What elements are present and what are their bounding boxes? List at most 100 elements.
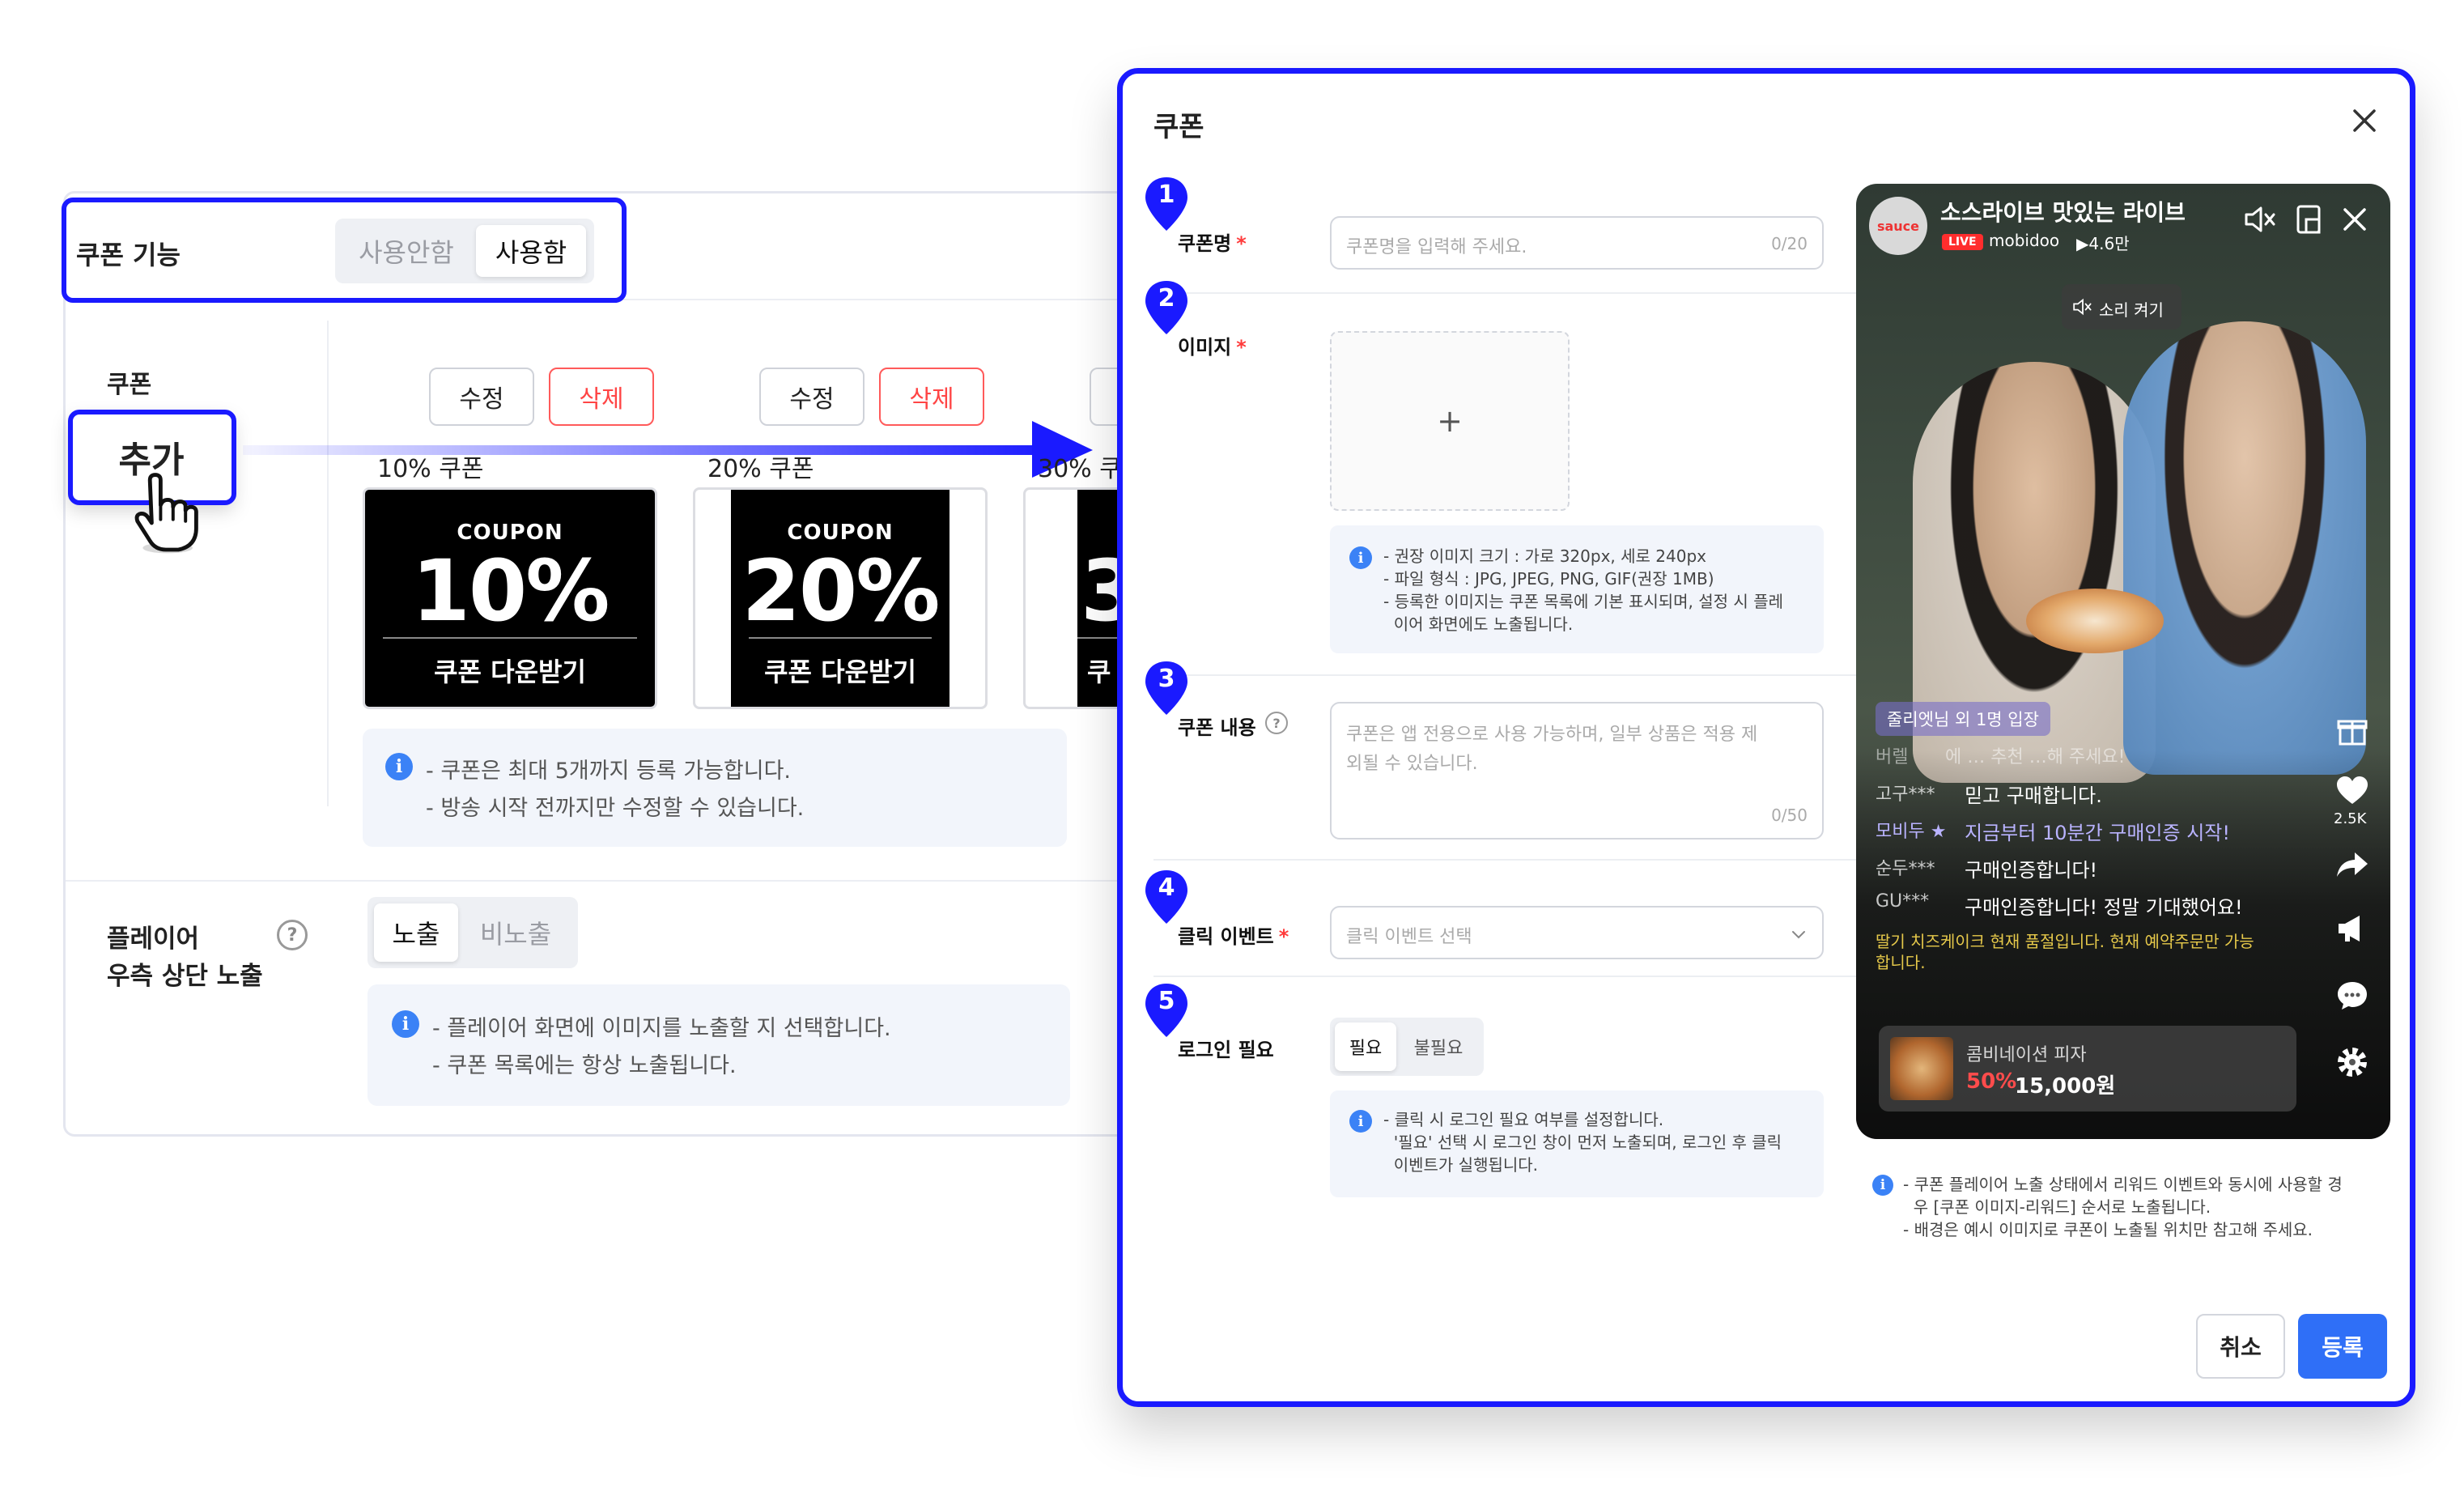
required-mark: * [1236,232,1247,255]
chevron-down-icon [1792,931,1805,939]
step-number: 3 [1158,665,1175,693]
help-icon[interactable]: ? [1265,712,1288,734]
image-note: - 등록한 이미지는 쿠폰 목록에 기본 표시되며, 설정 시 플레 [1383,592,1783,611]
player-note: - 쿠폰 목록에는 항상 노출됩니다. [432,1053,737,1078]
info-icon: i [392,1010,419,1038]
highlight-frame [62,198,627,303]
product-price: 15,000원 [2015,1074,2116,1099]
option-required[interactable]: 필요 [1335,1022,1396,1071]
coupon-card[interactable]: COUPON 10% 쿠폰 다운받기 [363,487,657,709]
live-badge: LIVE [1942,234,1983,250]
mute-icon[interactable] [2243,203,2279,236]
delete-button[interactable]: 삭제 [879,368,984,426]
delete-button[interactable]: 삭제 [549,368,654,426]
coupon-modal: 쿠폰 1 쿠폰명 * 쿠폰명을 입력해 주세요. 0/20 2 이미지 * + i … [1117,68,2415,1407]
image-label: 이미지 * [1178,331,1247,359]
coupon-card[interactable]: COUPON 20% 쿠폰 다운받기 [693,487,988,709]
coupon-content-placeholder: 외될 수 있습니다. [1346,754,1478,774]
share-icon[interactable] [2335,848,2369,880]
modal-title: 쿠폰 [1153,111,1204,143]
coupon-content-label: 쿠폰 내용 [1178,716,1256,739]
login-note: '필요' 선택 시 로그인 창이 먼저 노출되며, 로그인 후 클릭 [1383,1133,1782,1152]
heart-icon[interactable] [2335,775,2369,807]
coupon-image: COUPON 20% 쿠폰 다운받기 [731,490,949,707]
option-not-required[interactable]: 불필요 [1400,1022,1477,1071]
coupon-title: 20% 쿠폰 [707,455,814,483]
step-number: 2 [1158,284,1175,312]
required-mark: * [1278,925,1289,948]
help-icon[interactable]: ? [277,920,308,950]
coupon-download-text: 쿠폰 다운받기 [764,657,916,687]
coupon-title: 10% 쿠폰 [377,455,484,483]
channel-logo: sauce [1869,197,1927,255]
image-info-box: i - 권장 이미지 크기 : 가로 320px, 세로 240px - 파일 … [1330,525,1824,653]
image-note: - 권장 이미지 크기 : 가로 320px, 세로 240px [1383,546,1706,566]
coupon-content-placeholder: 쿠폰은 앱 전용으로 사용 가능하며, 일부 상품은 적용 제 [1346,725,1758,745]
host-name: mobidoo [1989,231,2060,250]
chat-user: GU*** [1876,891,1930,912]
cake-image [2026,589,2164,653]
coupon-name-label: 쿠폰명 * [1178,227,1247,256]
chat-message: 에 … 추천 …해 주세요! [1945,747,2126,767]
coupon-name-input[interactable]: 쿠폰명을 입력해 주세요. 0/20 [1330,216,1824,270]
megaphone-icon[interactable] [2335,912,2369,945]
divider [327,321,329,806]
notice-text: 합니다. [1876,953,1926,972]
login-note: - 클릭 시 로그인 필요 여부를 설정합니다. [1383,1110,1664,1129]
step-marker: 1 [1142,174,1191,234]
preview-note: - 쿠폰 플레이어 노출 상태에서 리워드 이벤트와 동시에 사용할 경 [1903,1175,2343,1194]
chat-user: 모비두 ★ [1876,822,1947,842]
hand-cursor-icon [134,473,198,554]
live-title: 소스라이브 맛있는 라이브 [1940,199,2186,226]
step-marker: 5 [1142,980,1191,1040]
player-preview: sauce 소스라이브 맛있는 라이브 LIVE mobidoo ▶4.6만 소… [1856,184,2390,1139]
edit-button[interactable]: 수정 [759,368,865,426]
like-count: 2.5K [2334,810,2367,827]
close-icon[interactable] [2339,203,2371,236]
click-event-select[interactable]: 클릭 이벤트 선택 [1330,906,1824,959]
login-note: 이벤트가 실행됩니다. [1383,1155,1539,1175]
step-number: 5 [1158,987,1175,1015]
view-count: ▶4.6만 [2076,234,2130,253]
gift-icon[interactable] [2335,713,2369,747]
coupon-note: - 방송 시작 전까지만 수정할 수 있습니다. [426,796,805,821]
coupon-content-textarea[interactable]: 쿠폰은 앱 전용으로 사용 가능하며, 일부 상품은 적용 제 외될 수 있습니… [1330,702,1824,840]
chat-user: 버렐 [1876,747,1909,767]
step-marker: 3 [1142,658,1191,718]
click-event-label: 클릭 이벤트 * [1178,920,1289,949]
char-count: 0/50 [1771,806,1808,825]
cancel-button[interactable]: 취소 [2196,1314,2285,1379]
chat-user: 고구*** [1876,784,1935,805]
edit-button[interactable]: 수정 [429,368,534,426]
image-note: - 파일 형식 : JPG, JPEG, PNG, GIF(권장 1MB) [1383,569,1714,589]
arrow-icon [243,421,1093,478]
image-label-text: 이미지 [1178,336,1232,359]
info-icon: i [1349,1110,1372,1133]
step-marker: 2 [1142,278,1191,338]
coupon-info-box [363,729,1067,847]
product-discount: 50% [1966,1069,2017,1094]
close-icon[interactable] [2348,104,2381,137]
product-name: 콤비네이션 피자 [1966,1045,2087,1065]
chat-message: 구매인증합니다! [1965,859,2098,882]
player-exposure-toggle: 노출 비노출 [367,897,578,968]
login-info-box: i - 클릭 시 로그인 필요 여부를 설정합니다. '필요' 선택 시 로그인… [1330,1090,1824,1197]
divider [66,880,1259,882]
pip-icon[interactable] [2293,203,2326,236]
option-hide[interactable]: 비노출 [463,903,568,962]
info-icon: i [1349,546,1372,569]
option-show[interactable]: 노출 [374,903,458,962]
settings-gear-icon[interactable] [2335,1045,2369,1079]
coupon-divider [749,637,932,639]
image-note: 이어 화면에도 노출됩니다. [1383,614,1574,634]
notice-text: 딸기 치즈케이크 현재 품절입니다. 현재 예약주문만 가능 [1876,932,2254,951]
person-image [2123,321,2366,775]
chat-bubble-icon[interactable] [2335,979,2369,1011]
step-number: 1 [1158,181,1175,209]
chat-message: 구매인증합니다! 정말 기대했어요! [1965,896,2243,919]
info-icon: i [1872,1175,1893,1196]
image-upload-box[interactable]: + [1330,331,1570,511]
join-notice: 줄리엣님 외 1명 입장 [1876,702,2050,736]
info-icon: i [385,753,413,780]
register-button[interactable]: 등록 [2298,1314,2387,1379]
